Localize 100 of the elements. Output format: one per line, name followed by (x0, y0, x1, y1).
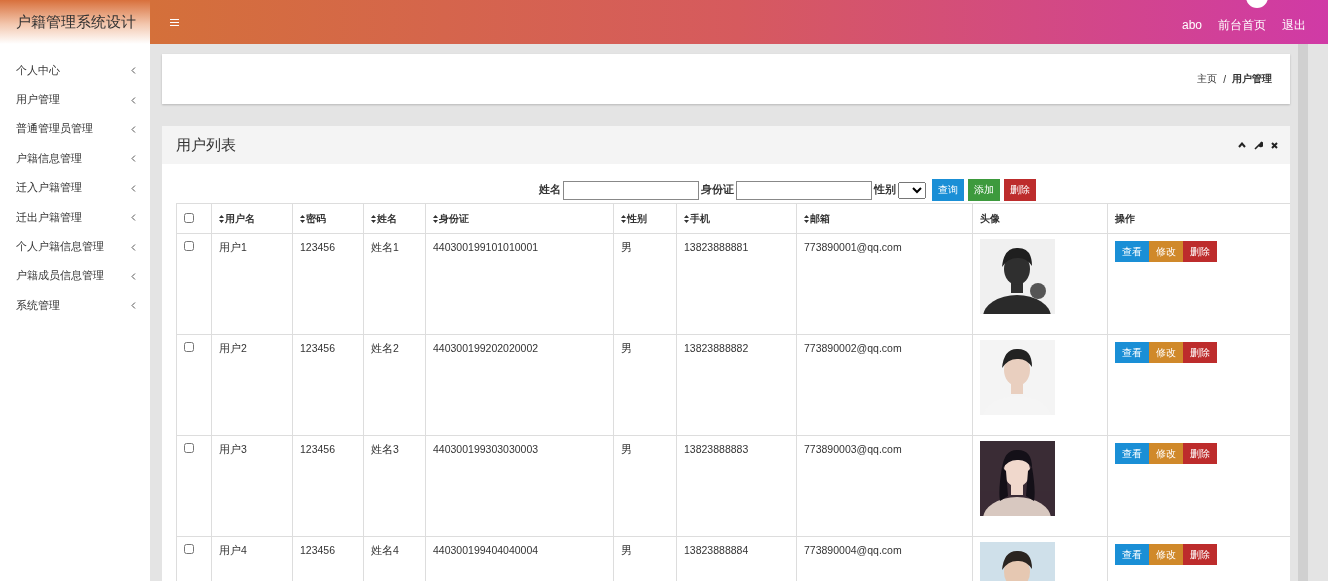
input-field[interactable] (735, 180, 872, 200)
row-checkbox[interactable] (184, 241, 194, 251)
action-button[interactable]: 查看 (1115, 544, 1149, 565)
table-cell: 440300199101010001 (433, 241, 539, 253)
sort-icon[interactable] (219, 214, 224, 223)
chevron-icon (131, 155, 136, 163)
sidebar-label: 系统管理 (16, 298, 60, 313)
action-button[interactable]: 删除 (1183, 443, 1217, 464)
scrollbar[interactable] (1298, 44, 1308, 581)
sidebar-label: 用户管理 (16, 93, 60, 108)
table-cell: 123456 (300, 544, 336, 556)
table-cell: 123456 (300, 241, 336, 253)
row-checkbox[interactable] (184, 342, 194, 352)
action-button[interactable]: 查看 (1115, 241, 1149, 262)
sidebar-label: 个人户籍信息管理 (16, 240, 104, 255)
table-cell: 440300199202020002 (433, 342, 539, 354)
collapse-icon[interactable] (1238, 142, 1246, 148)
breadcrumb-link[interactable]: 主页 (1197, 72, 1218, 86)
column-header: 姓名 (377, 211, 397, 226)
sort-icon[interactable] (300, 214, 305, 223)
sidebar-item[interactable]: 个人户籍信息管理 (0, 232, 150, 262)
column-header: 手机 (690, 211, 710, 226)
menu-icon[interactable] (170, 18, 179, 26)
table-cell: 用户2 (219, 342, 247, 354)
sort-icon[interactable] (684, 214, 689, 223)
chevron-icon (131, 243, 136, 251)
sort-icon[interactable] (371, 214, 376, 223)
chevron-icon (131, 184, 136, 192)
sidebar-item[interactable]: 迁出户籍管理 (0, 202, 150, 233)
chevron-icon (131, 125, 136, 133)
column-header: 头像 (980, 211, 1000, 226)
sidebar-label: 普通管理员管理 (16, 122, 93, 137)
table-cell: 773890004@qq.com (804, 544, 902, 556)
table-cell: 姓名3 (371, 443, 399, 455)
action-button[interactable]: 查看 (1115, 443, 1149, 464)
input-field[interactable] (562, 180, 699, 200)
table-cell: 用户3 (219, 443, 247, 455)
table-cell: 13823888883 (684, 443, 749, 455)
panel-title: 用户列表 (176, 135, 236, 155)
table-cell: 123456 (300, 342, 336, 354)
sidebar-item[interactable]: 普通管理员管理 (0, 114, 150, 145)
sidebar-label: 迁入户籍管理 (16, 181, 82, 196)
table-cell: 男 (621, 241, 632, 253)
action-button[interactable]: 删除 (1183, 342, 1217, 363)
field-label: 性别 (873, 183, 896, 197)
table-cell: 姓名4 (371, 544, 399, 556)
action-button[interactable]: 删除 (1183, 544, 1217, 565)
table-cell: 用户4 (219, 544, 247, 556)
sidebar-label: 户籍成员信息管理 (16, 269, 104, 284)
row-checkbox[interactable] (184, 443, 194, 453)
sidebar-item[interactable]: 迁入户籍管理 (0, 173, 150, 203)
wrench-icon[interactable] (1254, 140, 1263, 150)
sidebar-item[interactable]: 用户管理 (0, 85, 150, 115)
toolbar-button[interactable]: 删除 (1003, 179, 1036, 201)
column-header: 邮箱 (810, 211, 830, 226)
table-cell: 男 (621, 443, 632, 455)
sidebar-item[interactable]: 户籍成员信息管理 (0, 261, 150, 292)
table-cell: 440300199303030003 (433, 443, 539, 455)
chevron-icon (131, 302, 136, 310)
chevron-icon (131, 214, 136, 222)
toolbar-button[interactable]: 添加 (967, 179, 1000, 201)
app-title: 户籍管理系统设计 (0, 0, 150, 44)
username[interactable]: abo (1181, 18, 1202, 32)
row-checkbox[interactable] (184, 544, 194, 554)
column-header: 身份证 (439, 211, 469, 226)
close-icon[interactable] (1271, 141, 1278, 149)
column-header: 密码 (306, 211, 326, 226)
chevron-icon (131, 272, 136, 280)
sort-icon[interactable] (804, 214, 809, 223)
action-button[interactable]: 删除 (1183, 241, 1217, 262)
table-cell: 123456 (300, 443, 336, 455)
gender-select[interactable] (897, 181, 926, 199)
table-cell: 用户1 (219, 241, 247, 253)
toolbar-button[interactable]: 查询 (931, 179, 964, 201)
nav-link[interactable]: 前台首页 (1218, 16, 1266, 34)
table-cell: 773890003@qq.com (804, 443, 902, 455)
sidebar-item[interactable]: 系统管理 (0, 291, 150, 321)
table-cell: 13823888881 (684, 241, 749, 253)
sort-icon[interactable] (433, 214, 438, 223)
chevron-icon (131, 67, 136, 75)
table-cell: 13823888882 (684, 342, 749, 354)
sidebar-label: 个人中心 (16, 63, 60, 78)
table-cell: 773890002@qq.com (804, 342, 902, 354)
table-cell: 姓名2 (371, 342, 399, 354)
table-cell: 男 (621, 342, 632, 354)
column-header: 用户名 (225, 211, 255, 226)
field-label: 姓名 (538, 183, 561, 197)
table-cell: 姓名1 (371, 241, 399, 253)
nav-link[interactable]: 退出 (1282, 16, 1306, 34)
action-button[interactable]: 查看 (1115, 342, 1149, 363)
breadcrumb-link[interactable]: 用户管理 (1232, 72, 1272, 86)
sidebar-item[interactable]: 户籍信息管理 (0, 144, 150, 174)
select-all-checkbox[interactable] (184, 212, 194, 223)
breadcrumb-separator: / (1223, 73, 1226, 85)
sidebar-label: 户籍信息管理 (16, 151, 82, 166)
sidebar-item[interactable]: 个人中心 (0, 56, 150, 86)
sidebar-label: 迁出户籍管理 (16, 210, 82, 225)
field-label: 身份证 (700, 183, 734, 197)
sort-icon[interactable] (621, 214, 626, 223)
table-cell: 773890001@qq.com (804, 241, 902, 253)
